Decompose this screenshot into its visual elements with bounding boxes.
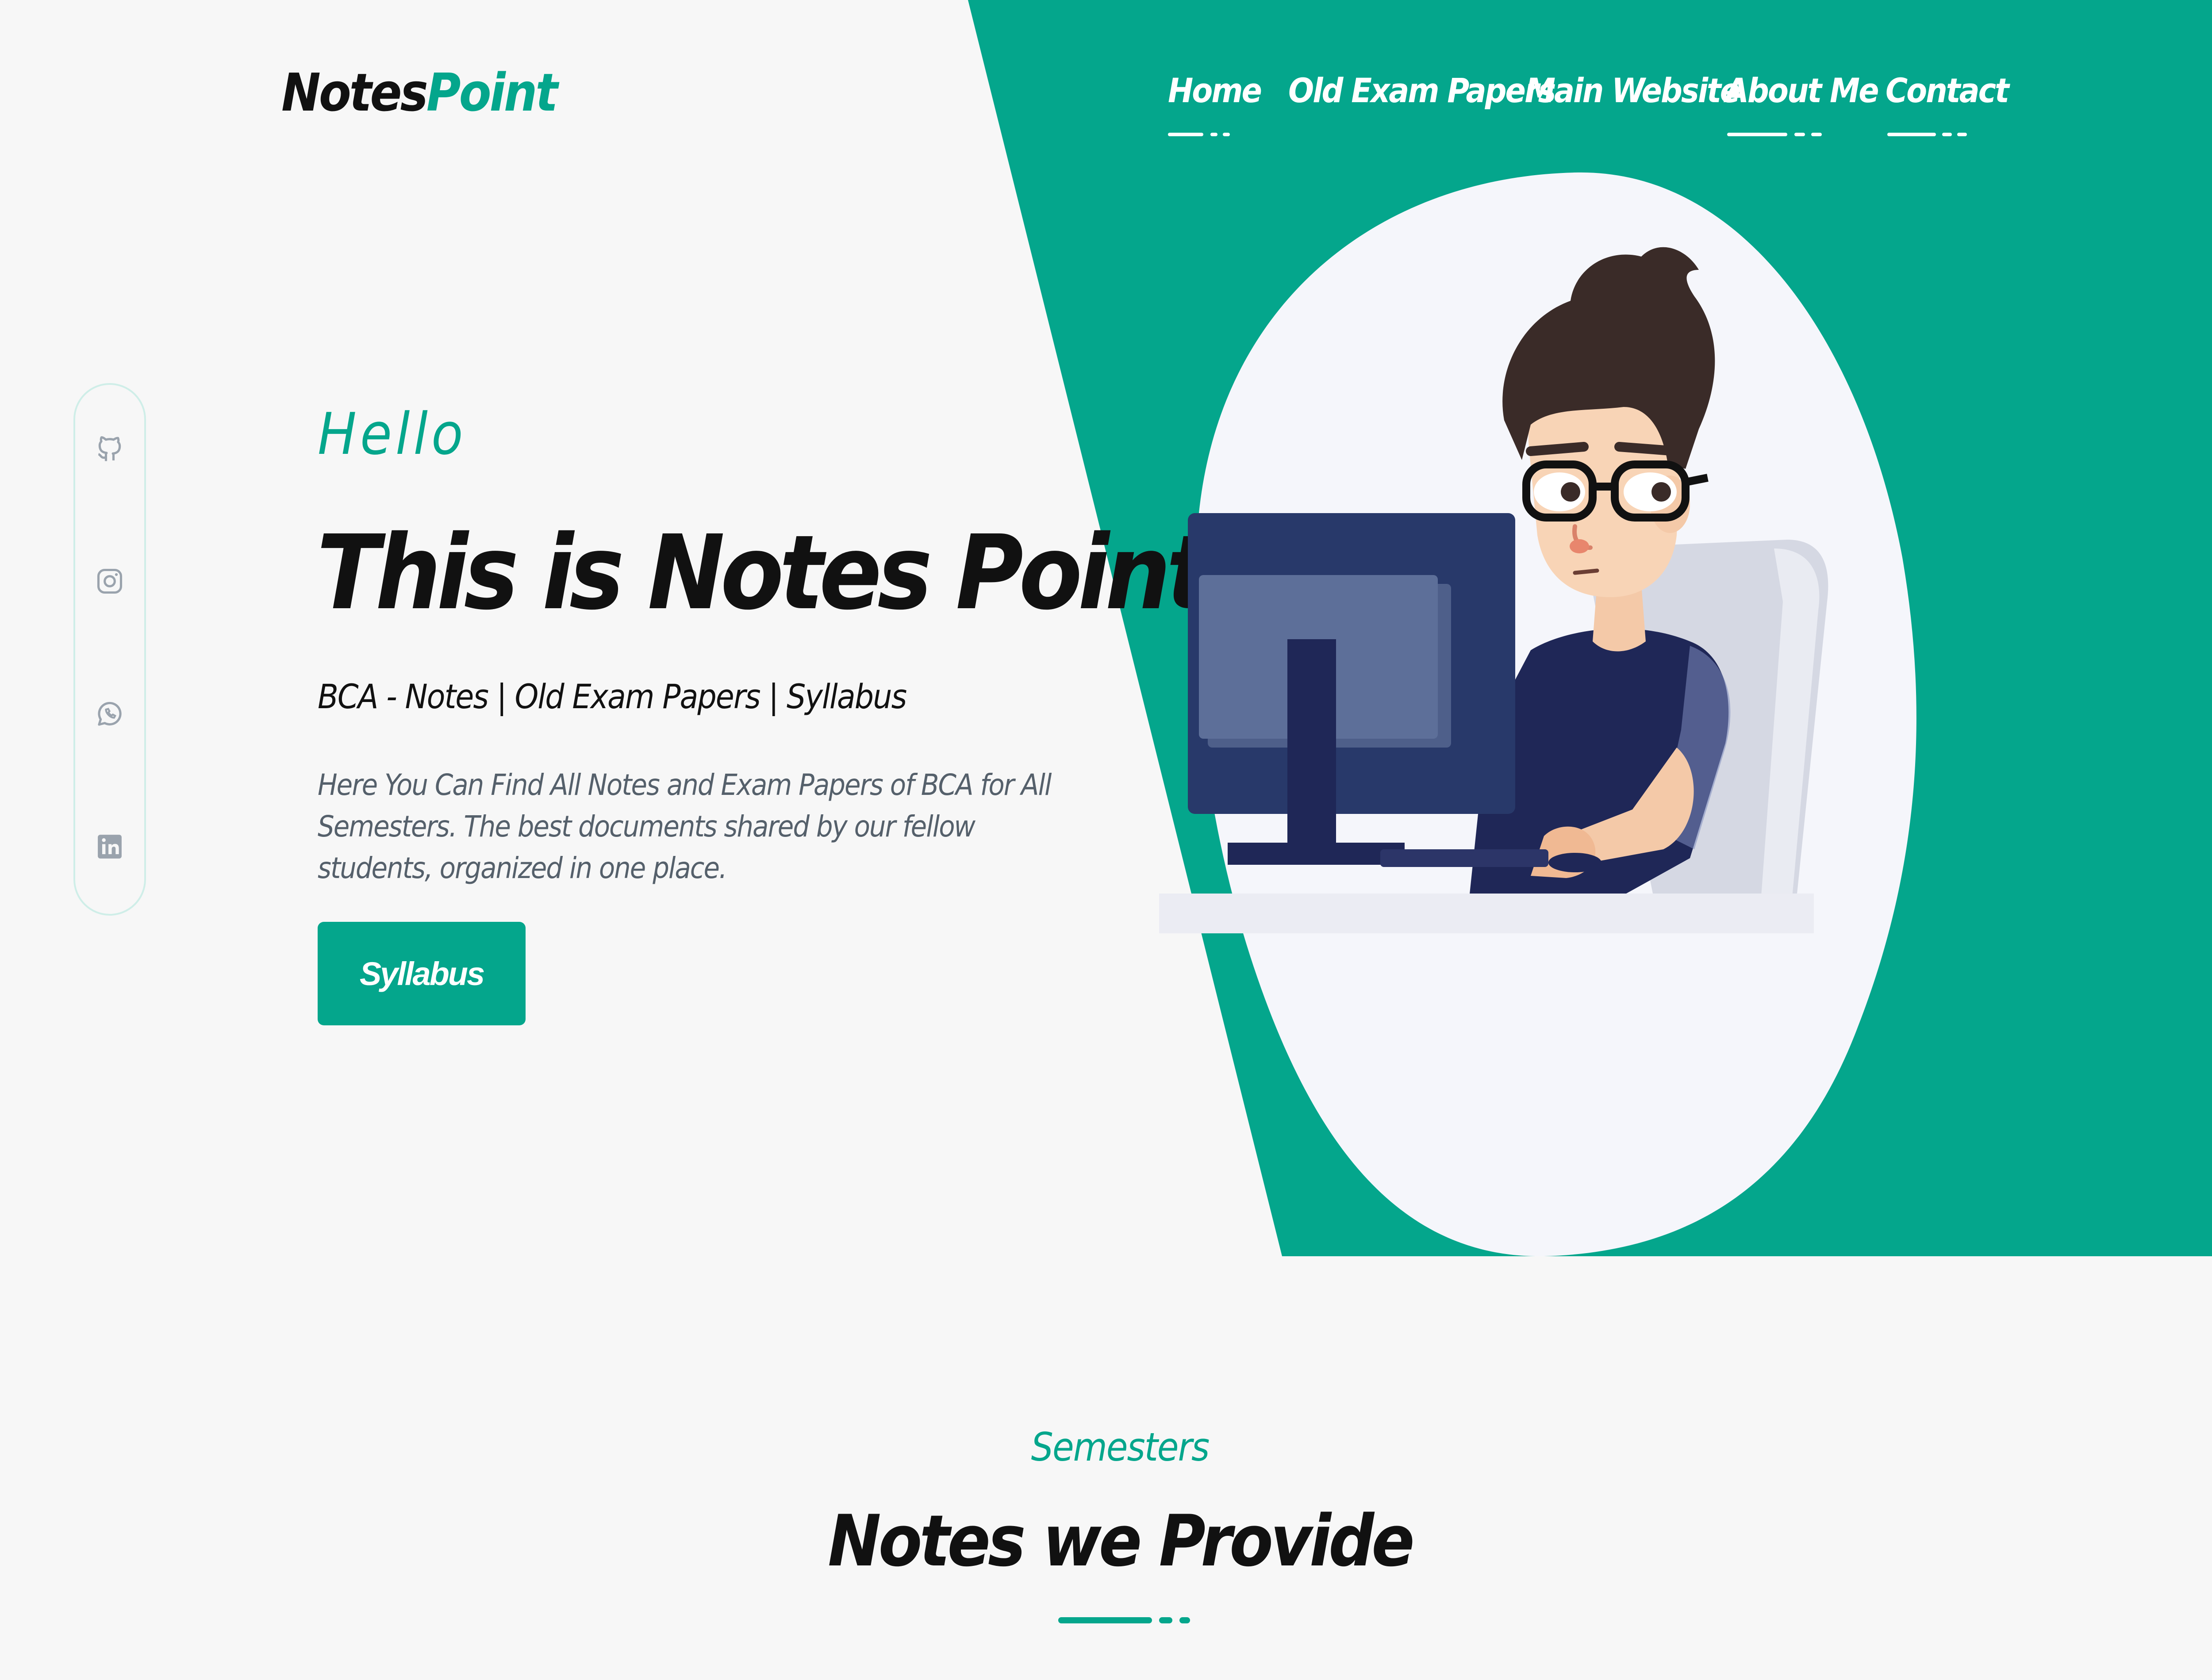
- nav-about-me[interactable]: About Me: [1725, 71, 1879, 110]
- hero-subtitle: BCA - Notes | Old Exam Papers | Syllabus: [318, 677, 907, 716]
- github-icon[interactable]: [95, 433, 125, 464]
- linkedin-icon[interactable]: [95, 832, 125, 862]
- section-title: Notes we Provide: [828, 1500, 1415, 1582]
- section-title-underline: [0, 1617, 2212, 1623]
- section-label: Semesters: [1031, 1424, 1210, 1470]
- student-at-computer-illustration: [1159, 172, 1916, 1256]
- nav-home[interactable]: Home: [1168, 71, 1262, 110]
- nav-old-exam-papers[interactable]: Old Exam Papers: [1288, 71, 1556, 110]
- hero-description: Here You Can Find All Notes and Exam Pap…: [318, 768, 1052, 885]
- social-links-bar: [73, 383, 146, 916]
- nav-main-website[interactable]: Main Website: [1525, 71, 1740, 110]
- hero-greeting: Hello: [318, 400, 467, 468]
- syllabus-button[interactable]: Syllabus: [318, 922, 526, 1025]
- whatsapp-icon[interactable]: [95, 699, 125, 729]
- main-nav: Home Old Exam Papers Main Website About …: [0, 71, 2212, 150]
- instagram-icon[interactable]: [95, 566, 125, 596]
- hero-title: This is Notes Point: [317, 513, 1210, 633]
- nav-contact[interactable]: Contact: [1886, 71, 2009, 110]
